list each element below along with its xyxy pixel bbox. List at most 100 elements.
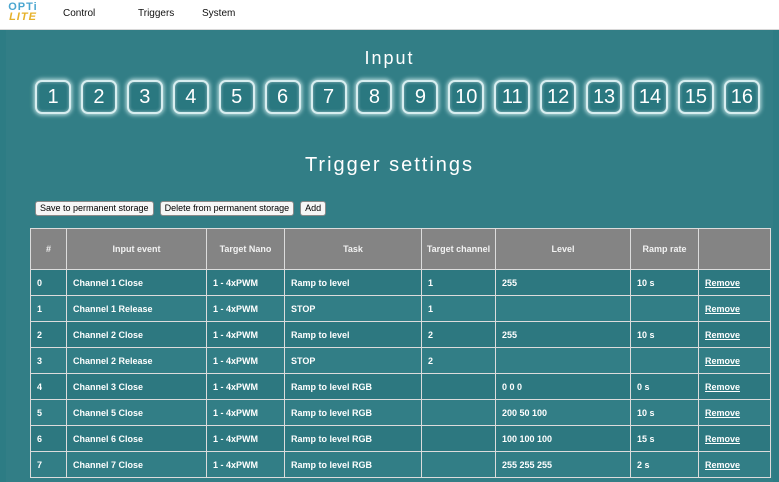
cell-action: Remove [698, 269, 771, 296]
remove-link[interactable]: Remove [705, 330, 740, 340]
cell-level: 255 [495, 321, 631, 348]
cell-level [495, 295, 631, 322]
cell-target-channel: 2 [421, 347, 496, 374]
cell-task: STOP [284, 347, 422, 374]
cell-task: Ramp to level [284, 321, 422, 348]
cell-number: 3 [30, 347, 67, 374]
table-row: 0 Channel 1 Close 1 - 4xPWM Ramp to leve… [30, 269, 771, 296]
cell-target-nano: 1 - 4xPWM [206, 373, 285, 400]
cell-target-nano: 1 - 4xPWM [206, 321, 285, 348]
input-button-11[interactable]: 11 [494, 80, 531, 114]
cell-input-event: Channel 1 Close [66, 269, 207, 296]
cell-action: Remove [698, 425, 771, 452]
input-button-1[interactable]: 1 [35, 80, 71, 114]
col-header-task: Task [284, 228, 422, 270]
cell-number: 6 [30, 425, 67, 452]
cell-number: 1 [30, 295, 67, 322]
input-button-8[interactable]: 8 [356, 80, 393, 114]
cell-target-channel [421, 451, 496, 478]
trigger-table: # Input event Target Nano Task Target ch… [30, 228, 771, 478]
cell-task: Ramp to level RGB [284, 373, 422, 400]
cell-target-channel [421, 425, 496, 452]
cell-ramp-rate: 10 s [630, 321, 699, 348]
col-header-level: Level [495, 228, 631, 270]
cell-target-nano: 1 - 4xPWM [206, 451, 285, 478]
col-header-action [698, 228, 771, 270]
table-row: 2 Channel 2 Close 1 - 4xPWM Ramp to leve… [30, 321, 771, 348]
cell-task: Ramp to level RGB [284, 451, 422, 478]
nav-control[interactable]: Control [63, 8, 95, 19]
nav-system[interactable]: System [202, 8, 235, 19]
input-button-7[interactable]: 7 [310, 80, 347, 114]
cell-target-nano: 1 - 4xPWM [206, 295, 285, 322]
input-button-2[interactable]: 2 [80, 80, 117, 114]
cell-input-event: Channel 3 Close [66, 373, 207, 400]
remove-link[interactable]: Remove [705, 408, 740, 418]
input-button-4[interactable]: 4 [172, 80, 209, 114]
remove-link[interactable]: Remove [705, 434, 740, 444]
cell-action: Remove [698, 451, 771, 478]
add-button[interactable]: Add [300, 201, 327, 216]
cell-action: Remove [698, 295, 771, 322]
cell-level: 100 100 100 [495, 425, 631, 452]
cell-task: Ramp to level [284, 269, 422, 296]
table-row: 4 Channel 3 Close 1 - 4xPWM Ramp to leve… [30, 373, 771, 400]
cell-ramp-rate: 0 s [630, 373, 699, 400]
cell-task: STOP [284, 295, 422, 322]
trigger-settings-title: Trigger settings [304, 154, 475, 176]
cell-task: Ramp to level RGB [284, 425, 422, 452]
cell-input-event: Channel 6 Close [66, 425, 207, 452]
input-button-5[interactable]: 5 [218, 80, 255, 114]
input-button-6[interactable]: 6 [264, 80, 301, 114]
save-button[interactable]: Save to permanent storage [35, 201, 154, 216]
cell-level: 0 0 0 [495, 373, 631, 400]
cell-input-event: Channel 2 Close [66, 321, 207, 348]
table-row: 1 Channel 1 Release 1 - 4xPWM STOP 1 Rem… [30, 295, 771, 322]
remove-link[interactable]: Remove [705, 278, 740, 288]
input-button-3[interactable]: 3 [126, 80, 163, 114]
cell-ramp-rate: 2 s [630, 451, 699, 478]
remove-link[interactable]: Remove [705, 304, 740, 314]
input-button-16[interactable]: 16 [723, 80, 760, 114]
input-button-12[interactable]: 12 [540, 80, 577, 114]
input-button-14[interactable]: 14 [631, 80, 668, 114]
col-header-target-nano: Target Nano [206, 228, 285, 270]
remove-link[interactable]: Remove [705, 382, 740, 392]
cell-number: 7 [30, 451, 67, 478]
cell-ramp-rate [630, 347, 699, 374]
input-button-15[interactable]: 15 [677, 80, 714, 114]
col-header-input-event: Input event [66, 228, 207, 270]
top-nav-bar: OPTi LITE Control Triggers System [0, 0, 779, 30]
cell-target-channel: 2 [421, 321, 496, 348]
table-header-row: # Input event Target Nano Task Target ch… [30, 228, 771, 270]
input-button-13[interactable]: 13 [586, 80, 623, 114]
cell-number: 4 [30, 373, 67, 400]
cell-target-nano: 1 - 4xPWM [206, 269, 285, 296]
cell-input-event: Channel 1 Release [66, 295, 207, 322]
delete-button[interactable]: Delete from permanent storage [159, 201, 295, 216]
cell-action: Remove [698, 321, 771, 348]
cell-action: Remove [698, 373, 771, 400]
cell-number: 5 [30, 399, 67, 426]
cell-action: Remove [698, 347, 771, 374]
cell-ramp-rate: 10 s [630, 269, 699, 296]
table-row: 6 Channel 6 Close 1 - 4xPWM Ramp to leve… [30, 425, 771, 452]
opti-lite-logo[interactable]: OPTi LITE [7, 2, 39, 26]
cell-level: 255 255 255 [495, 451, 631, 478]
nav-triggers[interactable]: Triggers [138, 8, 174, 19]
col-header-target-channel: Target channel [421, 228, 496, 270]
cell-number: 0 [30, 269, 67, 296]
cell-ramp-rate: 15 s [630, 425, 699, 452]
remove-link[interactable]: Remove [705, 356, 740, 366]
input-button-9[interactable]: 9 [402, 80, 439, 114]
cell-input-event: Channel 2 Release [66, 347, 207, 374]
cell-input-event: Channel 7 Close [66, 451, 207, 478]
cell-number: 2 [30, 321, 67, 348]
remove-link[interactable]: Remove [705, 460, 740, 470]
cell-action: Remove [698, 399, 771, 426]
cell-level [495, 347, 631, 374]
input-button-10[interactable]: 10 [448, 80, 485, 114]
cell-target-channel [421, 373, 496, 400]
cell-target-nano: 1 - 4xPWM [206, 399, 285, 426]
action-buttons: Save to permanent storage Delete from pe… [35, 201, 327, 216]
